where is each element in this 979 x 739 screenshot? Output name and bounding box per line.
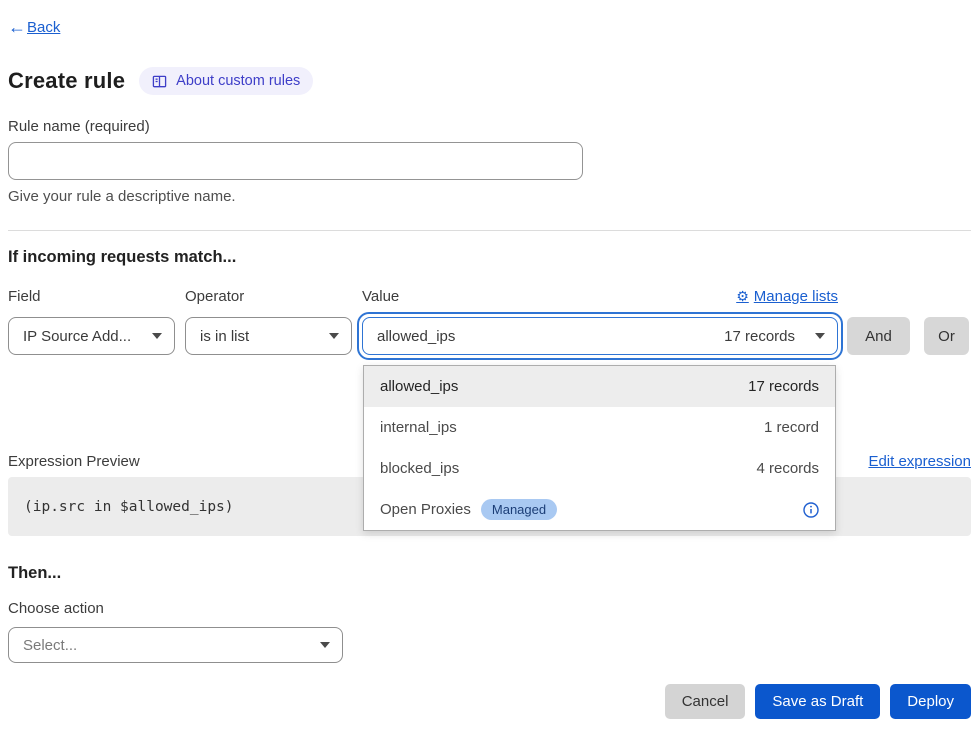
cancel-button[interactable]: Cancel	[665, 684, 746, 719]
value-label: Value	[362, 288, 399, 305]
expression-code: (ip.src in $allowed_ips)	[24, 499, 234, 515]
list-records: 17 records	[748, 378, 819, 395]
match-heading: If incoming requests match...	[8, 248, 971, 267]
rule-name-help: Give your rule a descriptive name.	[8, 188, 971, 205]
save-as-draft-button[interactable]: Save as Draft	[755, 684, 880, 719]
expression-preview-label: Expression Preview	[8, 453, 140, 470]
value-dropdown-menu: allowed_ips 17 records internal_ips 1 re…	[363, 365, 836, 531]
back-arrow-icon: ←	[8, 18, 26, 36]
value-select[interactable]: allowed_ips 17 records	[362, 317, 838, 355]
section-divider	[8, 230, 971, 231]
operator-select-value: is in list	[200, 328, 249, 345]
or-button[interactable]: Or	[924, 317, 969, 355]
dropdown-item-blocked-ips[interactable]: blocked_ips 4 records	[364, 448, 835, 489]
book-icon	[152, 74, 167, 89]
chevron-down-icon	[152, 333, 162, 339]
dropdown-item-allowed-ips[interactable]: allowed_ips 17 records	[364, 366, 835, 407]
chevron-down-icon	[320, 642, 330, 648]
value-select-records: 17 records	[724, 328, 795, 345]
dropdown-item-open-proxies[interactable]: Open Proxies Managed	[364, 489, 835, 530]
choose-action-label: Choose action	[8, 600, 971, 617]
edit-expression-link[interactable]: Edit expression	[868, 453, 971, 470]
operator-label: Operator	[185, 288, 362, 305]
chevron-down-icon	[815, 333, 825, 339]
manage-lists-link[interactable]: ⚙ Manage lists	[736, 288, 838, 305]
list-name: blocked_ips	[380, 460, 459, 477]
list-name: allowed_ips	[380, 378, 458, 395]
and-button[interactable]: And	[847, 317, 910, 355]
about-custom-rules-badge[interactable]: About custom rules	[139, 67, 313, 95]
action-select-placeholder: Select...	[23, 637, 77, 654]
field-select[interactable]: IP Source Add...	[8, 317, 175, 355]
list-name: internal_ips	[380, 419, 457, 436]
deploy-button[interactable]: Deploy	[890, 684, 971, 719]
list-records: 4 records	[756, 460, 819, 477]
back-link-label[interactable]: Back	[27, 19, 60, 36]
list-name: Open Proxies	[380, 501, 471, 518]
back-link[interactable]: ← Back	[8, 18, 971, 36]
list-records: 1 record	[764, 419, 819, 436]
about-badge-label: About custom rules	[176, 73, 300, 89]
info-icon[interactable]	[803, 502, 819, 518]
create-rule-page: ← Back Create rule About custom rules Ru…	[0, 0, 979, 719]
gear-icon: ⚙	[736, 290, 749, 304]
dropdown-item-internal-ips[interactable]: internal_ips 1 record	[364, 407, 835, 448]
rule-name-input[interactable]	[8, 142, 583, 180]
managed-badge: Managed	[481, 499, 557, 520]
field-select-value: IP Source Add...	[23, 328, 131, 345]
then-heading: Then...	[8, 564, 971, 583]
action-select[interactable]: Select...	[8, 627, 343, 663]
value-select-value: allowed_ips	[377, 328, 455, 345]
field-label: Field	[8, 288, 185, 305]
manage-lists-label: Manage lists	[754, 288, 838, 305]
chevron-down-icon	[329, 333, 339, 339]
rule-name-label: Rule name (required)	[8, 118, 971, 135]
operator-select[interactable]: is in list	[185, 317, 352, 355]
page-title: Create rule	[8, 68, 125, 94]
